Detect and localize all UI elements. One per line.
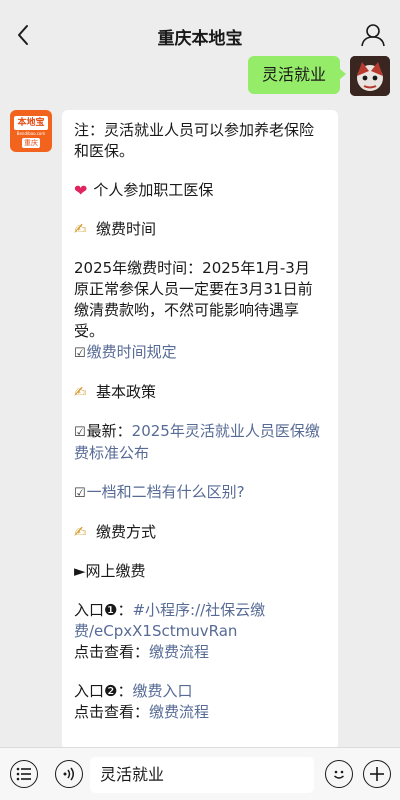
checkbox-icon: ☑ [74, 346, 86, 361]
avatar-image [350, 56, 390, 96]
view-prefix: 点击查看： [74, 643, 150, 661]
payment-time-line1: 2025年缴费时间：2025年1月-3月 [74, 259, 310, 277]
list-icon [16, 767, 31, 781]
section-method: ✍ 缴费方式 [74, 522, 326, 543]
time-rules-link[interactable]: 缴费时间规定 [87, 343, 177, 361]
menu-button[interactable] [10, 760, 38, 788]
more-button[interactable] [363, 760, 391, 788]
logo-city: 重庆 [22, 138, 40, 148]
chat-title: 重庆本地宝 [157, 29, 243, 49]
outgoing-message: 灵活就业 [247, 56, 390, 96]
message-input[interactable]: 灵活就业 [90, 757, 314, 793]
heart-icon: ❤ [74, 181, 88, 200]
view-flow-row-2: 点击查看：缴费流程 [74, 702, 326, 723]
official-account-avatar[interactable]: 本地宝 Bendibao.com 重庆 [10, 110, 52, 152]
logo-url: Bendibao.com [16, 131, 46, 136]
section-personal-label: 个人参加职工医保 [93, 181, 214, 199]
logo-text: 本地宝 [14, 116, 48, 130]
input-bar: 灵活就业 [0, 747, 400, 800]
entry2-link[interactable]: 缴费入口 [132, 682, 192, 700]
tiers-row: ☑一档和二档有什么区别? [74, 482, 326, 504]
checkbox-icon: ☑ [74, 425, 86, 440]
view-flow-row: 点击查看：缴费流程 [74, 642, 326, 663]
latest-row: ☑最新：2025年灵活就业人员医保缴费标准公布 [74, 421, 326, 464]
section-personal: ❤ 个人参加职工医保 [74, 180, 326, 201]
voice-icon [63, 767, 74, 781]
smiley-icon [334, 770, 344, 779]
section-payment-time-label: 缴费时间 [96, 220, 157, 238]
online-payment-label: ►网上缴费 [74, 562, 146, 580]
view-prefix-2: 点击查看： [74, 703, 150, 721]
flow-link[interactable]: 缴费流程 [149, 643, 209, 661]
incoming-bubble: 注：灵活就业人员可以参加养老保险和医保。 ❤ 个人参加职工医保 ✍ 缴费时间 20… [62, 110, 338, 750]
section-policy-label: 基本政策 [96, 383, 157, 401]
entry2-prefix: 入口❷： [74, 682, 133, 700]
entry2-row: 入口❷：缴费入口 [74, 681, 326, 702]
time-rules-row: ☑缴费时间规定 [74, 342, 326, 364]
outgoing-bubble[interactable]: 灵活就业 [247, 56, 347, 94]
user-avatar[interactable] [350, 56, 390, 96]
note-text: 注：灵活就业人员可以参加养老保险和医保。 [74, 121, 315, 160]
profile-button[interactable] [360, 22, 386, 48]
writing-hand-icon: ✍ [74, 383, 87, 401]
payment-time-line2: 原正常参保人员一定要在3月31日前缴清费款哟，不然可能影响待遇享受。 [74, 280, 313, 340]
section-method-label: 缴费方式 [96, 523, 157, 541]
checkbox-icon: ☑ [74, 486, 86, 501]
writing-hand-icon: ✍ [74, 220, 87, 238]
latest-prefix: 最新： [86, 422, 132, 440]
writing-hand-icon: ✍ [74, 523, 87, 541]
flow-link-2[interactable]: 缴费流程 [149, 703, 209, 721]
entry1-row: 入口❶：#小程序://社保云缴费/eCpxX1SctmuvRan [74, 600, 326, 642]
person-icon [361, 24, 385, 47]
entry1-prefix: 入口❶： [74, 601, 133, 619]
section-policy: ✍ 基本政策 [74, 382, 326, 403]
emoji-button[interactable] [325, 760, 353, 788]
voice-button[interactable] [55, 760, 83, 788]
section-payment-time: ✍ 缴费时间 [74, 219, 326, 240]
tiers-link[interactable]: 一档和二档有什么区别? [87, 483, 245, 501]
plus-icon [370, 767, 384, 781]
